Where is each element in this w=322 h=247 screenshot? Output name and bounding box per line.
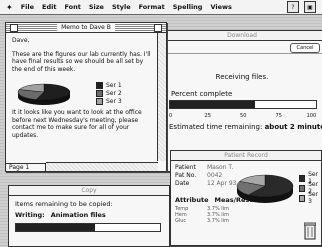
trash-icon[interactable]	[304, 222, 316, 240]
menu-edit[interactable]: Edit	[42, 3, 56, 11]
menu-style[interactable]: Style	[112, 3, 131, 11]
attribute-header: Attribute	[175, 196, 209, 204]
memo-chart-area	[12, 79, 154, 109]
legend-item: Ser 3	[299, 191, 321, 205]
memo-vertical-scrollbar[interactable]	[157, 33, 166, 161]
memo-window: Memo to Dave B Dave, These are the figur…	[5, 22, 167, 172]
field-value[interactable]: 0042	[207, 172, 222, 179]
legend-swatch	[96, 81, 103, 89]
copy-progress-window: Copy Items remaining to be copied: Writi…	[8, 185, 170, 247]
menu-views[interactable]: Views	[210, 3, 231, 11]
legend-item: Ser 2	[96, 89, 122, 97]
menu-format[interactable]: Format	[139, 3, 165, 11]
menu-size[interactable]: Size	[89, 3, 104, 11]
copy-titlebar[interactable]: Copy	[9, 186, 169, 196]
download-header: Cancel	[161, 42, 322, 54]
memo-horizontal-scrollbar[interactable]	[46, 162, 158, 171]
field-label: Date	[175, 180, 190, 187]
measurements-table: Temp 3.7% lim Hem 3.7% lim Gluc 3.7% lim	[175, 206, 229, 224]
legend-swatch	[96, 89, 103, 97]
download-titlebar[interactable]: Download	[161, 31, 322, 41]
legend-label: Ser 2	[106, 89, 122, 97]
record-chart-legend: Ser 1 Ser 2 Ser 3	[299, 171, 321, 205]
close-box-icon[interactable]	[10, 24, 18, 32]
legend-label: Ser 1	[106, 81, 122, 89]
memo-paragraph-1: These are the figures our lab currently …	[12, 50, 151, 73]
record-window-title: Patient Record	[224, 152, 268, 159]
table-cell: Gluc	[175, 218, 187, 224]
memo-body[interactable]: Dave, These are the figures our lab curr…	[12, 37, 154, 145]
progress-ticks: 0 25 50 75 100	[169, 113, 317, 119]
record-titlebar[interactable]: Patient Record	[171, 151, 321, 161]
memo-greeting: Dave,	[12, 37, 30, 44]
cancel-download-button[interactable]: Cancel	[290, 43, 320, 53]
legend-swatch	[299, 174, 306, 182]
memo-window-title: Memo to Dave B	[57, 23, 115, 32]
tick-label: 0	[169, 113, 173, 119]
legend-swatch	[299, 194, 306, 202]
download-window-title: Download	[227, 32, 257, 39]
tick-label: 75	[275, 113, 282, 119]
time-remaining: Estimated time remaining: about 2 minute…	[169, 123, 322, 131]
memo-paragraph-2: It it looks like you want to look at the…	[12, 109, 142, 139]
time-remaining-value: about 2 minutes.	[264, 123, 322, 131]
percent-complete-label: Percent complete	[171, 90, 233, 98]
legend-label: Ser 3	[308, 191, 319, 205]
copy-progress-bar	[15, 223, 161, 232]
zoom-box-icon[interactable]	[154, 24, 162, 32]
apple-menu-icon[interactable]: ✦	[6, 3, 13, 12]
record-field: Pat No. 0042	[175, 172, 222, 179]
copy-progress-fill	[16, 224, 96, 231]
copy-status-value: Animation files	[50, 211, 106, 219]
legend-swatch	[96, 97, 103, 105]
copy-status-label: Writing:	[15, 211, 45, 219]
memo-titlebar[interactable]: Memo to Dave B	[6, 23, 166, 33]
menu-file[interactable]: File	[21, 3, 34, 11]
copy-message: Items remaining to be copied:	[15, 200, 113, 208]
application-menu-icon[interactable]: ▣	[304, 1, 316, 13]
download-progress-bar	[169, 100, 317, 109]
legend-item: Ser 1	[96, 81, 122, 89]
field-label: Pat No.	[175, 172, 197, 179]
page-indicator: Page 1	[6, 163, 46, 171]
menu-font[interactable]: Font	[64, 3, 80, 11]
help-icon[interactable]: ?	[287, 1, 299, 13]
patient-record-window: Patient Record Patient Mason T. Pat No. …	[170, 150, 322, 246]
table-cell: 3.7% lim	[207, 218, 229, 224]
memo-pie-chart	[17, 83, 71, 105]
field-label: Patient	[175, 164, 196, 171]
tick-label: 50	[240, 113, 247, 119]
record-field: Date 12 Apr 93	[175, 180, 236, 187]
table-row: Gluc 3.7% lim	[175, 218, 229, 224]
record-pie-chart	[236, 174, 294, 203]
copy-status: Writing: Animation files	[15, 211, 106, 219]
field-value[interactable]: Mason T.	[207, 164, 233, 171]
download-status: Receiving files.	[215, 73, 269, 81]
copy-window-title: Copy	[81, 187, 97, 194]
legend-label: Ser 3	[106, 97, 122, 105]
legend-swatch	[299, 184, 306, 192]
menu-bar: ✦ File Edit Font Size Style Format Spell…	[0, 0, 322, 15]
tick-label: 25	[204, 113, 211, 119]
memo-chart-legend: Ser 1 Ser 2 Ser 3	[96, 81, 122, 105]
time-remaining-label: Estimated time remaining:	[169, 123, 263, 131]
legend-item: Ser 3	[96, 97, 122, 105]
download-progress-fill	[170, 101, 255, 108]
record-field: Patient Mason T.	[175, 164, 233, 171]
menu-spelling[interactable]: Spelling	[173, 3, 203, 11]
tick-label: 100	[306, 113, 317, 119]
